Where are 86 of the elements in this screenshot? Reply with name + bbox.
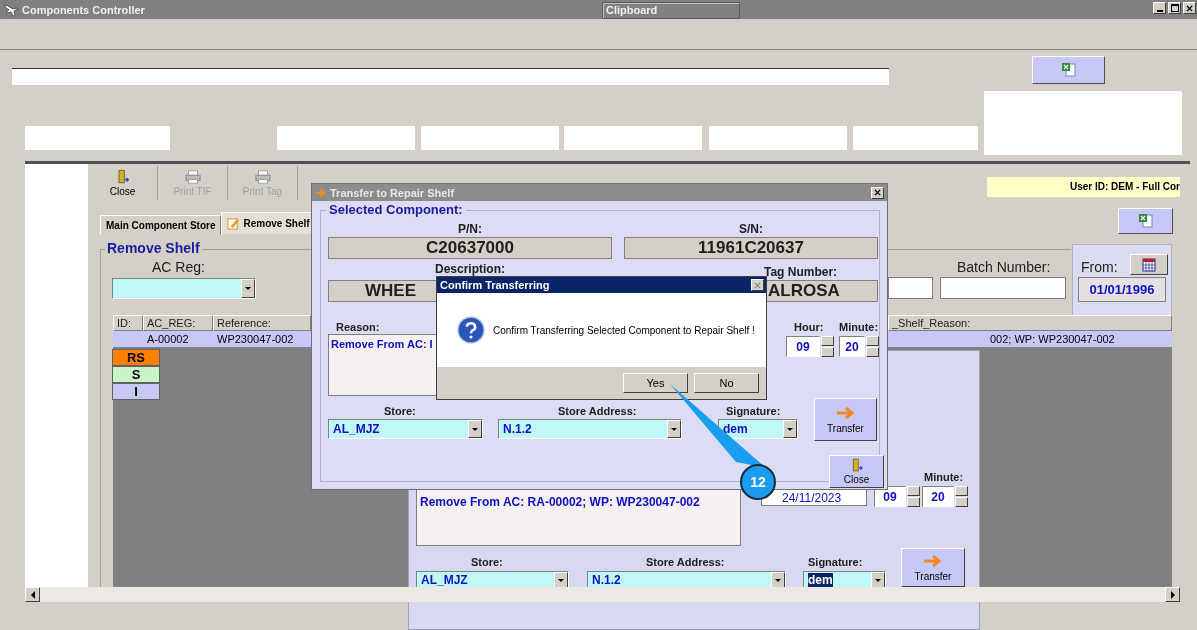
restore-button[interactable] (1168, 2, 1181, 14)
spin-button[interactable] (907, 486, 920, 507)
close-button[interactable] (871, 186, 884, 199)
column-header[interactable]: _Shelf_Reason: (888, 315, 1172, 331)
horizontal-scrollbar[interactable] (25, 587, 1180, 602)
serial-number-field: 11961C20637 (624, 237, 878, 259)
field-label: Signature: (726, 405, 781, 417)
spreadsheet-icon (1060, 62, 1077, 78)
field-label: Store Address: (646, 556, 725, 568)
hour-field[interactable]: 09 (786, 336, 820, 357)
hour-field[interactable]: 09 (874, 486, 906, 507)
printer-icon (184, 169, 201, 185)
field-label: P/N: (457, 222, 483, 236)
field-label: S/N: (738, 222, 764, 236)
field-label: Tag Number: (764, 265, 838, 279)
airplane-icon (3, 2, 19, 17)
calendar-icon (1142, 257, 1156, 272)
user-id-label: User ID: DEM - Full Cor (987, 177, 1180, 197)
close-button[interactable]: Close (829, 455, 884, 488)
field-label: Description: (434, 263, 506, 276)
blank-field[interactable] (853, 126, 978, 150)
transfer-button[interactable]: Transfer (901, 548, 965, 587)
close-button[interactable] (1183, 2, 1196, 14)
field-label: Store: (471, 556, 503, 568)
field-label: Batch Number: (957, 259, 1051, 275)
no-button[interactable]: No (694, 373, 759, 393)
blank-field[interactable] (421, 126, 559, 150)
field-label: Store: (384, 405, 416, 417)
field-label: From: (1081, 259, 1118, 275)
arrow-icon (315, 186, 327, 199)
yes-button[interactable]: Yes (623, 373, 688, 393)
note-icon (227, 217, 241, 230)
status-legend-item: I (112, 383, 160, 400)
arrow-icon (923, 553, 943, 568)
excel-export-button[interactable] (1032, 56, 1105, 84)
blank-field[interactable] (277, 126, 415, 150)
column-header[interactable]: Reference: (213, 315, 311, 331)
spreadsheet-icon (1137, 213, 1154, 229)
field-label: Minute: (924, 471, 964, 483)
field-label: AC Reg: (152, 259, 205, 275)
tab[interactable]: Main Component Store (100, 215, 222, 235)
blank-field[interactable] (564, 126, 702, 150)
signature-dropdown[interactable]: dem (718, 419, 798, 439)
batch-number-field[interactable] (940, 277, 1066, 299)
transfer-button[interactable]: Transfer (814, 398, 877, 441)
field-label: Hour: (794, 321, 824, 333)
store-dropdown[interactable]: AL_MJZ (328, 419, 483, 439)
dialog-message: Confirm Transferring Selected Component to Repair Shelf ! (493, 324, 755, 336)
field-label: Signature: (808, 556, 863, 568)
spin-button[interactable] (955, 486, 968, 507)
spin-button[interactable] (866, 336, 879, 357)
field-label: Minute: (839, 321, 879, 333)
toolbar-button[interactable]: Close (88, 166, 158, 200)
close-button[interactable] (751, 279, 764, 291)
column-header[interactable]: AC_REG: (143, 315, 213, 331)
blank-field[interactable] (25, 126, 170, 150)
minimize-button[interactable] (1153, 2, 1166, 14)
from-date-field[interactable]: 01/01/1996 (1078, 277, 1166, 302)
printer-icon (254, 169, 271, 185)
spin-button[interactable] (821, 336, 834, 357)
minute-field[interactable]: 20 (922, 486, 954, 507)
field-label: Store Address: (558, 405, 637, 417)
column-header[interactable]: ID: (113, 315, 143, 331)
dialog-title: Confirm Transferring (440, 279, 550, 291)
group-title: Remove Shelf (105, 240, 202, 256)
excel-export-button[interactable] (1118, 208, 1173, 234)
part-number-field: C20637000 (328, 237, 612, 259)
calendar-button[interactable] (1130, 254, 1168, 275)
window-title: Components Controller (22, 3, 145, 16)
group-title: Selected Component: (326, 202, 466, 217)
filter-field[interactable] (888, 277, 933, 299)
table-cell: A-00002 (147, 332, 189, 346)
store-address-dropdown[interactable]: N.1.2 (498, 419, 682, 439)
minute-field[interactable]: 20 (839, 336, 865, 357)
dialog-title: Transfer to Repair Shelf (330, 186, 455, 199)
blank-field[interactable] (709, 126, 847, 150)
field-label: Reason: (336, 321, 380, 333)
arrow-icon (835, 405, 856, 420)
table-row[interactable] (113, 331, 311, 347)
status-legend-item: RS (112, 349, 160, 366)
status-legend-item: S (112, 366, 160, 383)
blank-field[interactable] (12, 68, 889, 85)
table-cell: 002; WP: WP230047-002 (888, 331, 1172, 347)
question-icon (457, 316, 485, 344)
ac-reg-dropdown[interactable] (112, 278, 256, 299)
table-cell: WP230047-002 (217, 332, 294, 346)
